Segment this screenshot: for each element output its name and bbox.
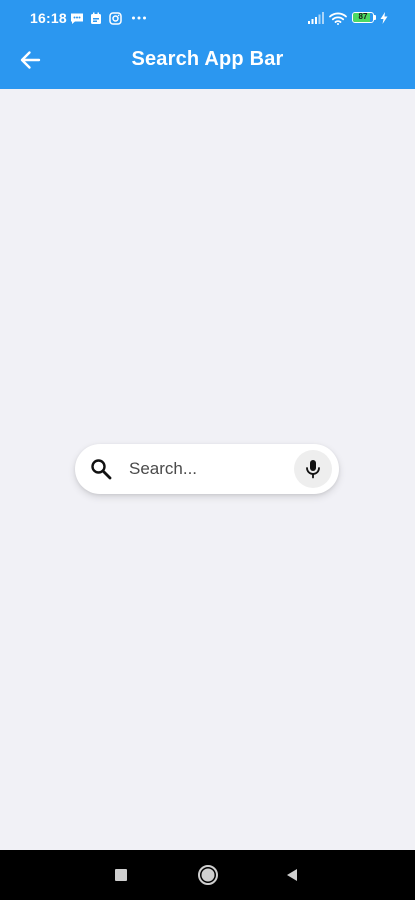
screen: 16:18 87 Search App Bar Search... bbox=[0, 0, 415, 900]
more-dots-icon bbox=[131, 10, 147, 26]
page-title: Search App Bar bbox=[131, 48, 284, 70]
charging-icon bbox=[380, 10, 388, 26]
system-nav-bar bbox=[0, 850, 415, 900]
top-bar: 16:18 87 Search App Bar bbox=[0, 0, 415, 89]
status-bar: 16:18 87 bbox=[0, 0, 415, 36]
search-bar bbox=[75, 444, 339, 494]
calendar-icon bbox=[90, 10, 102, 26]
back-triangle-icon bbox=[287, 869, 297, 881]
mic-button[interactable] bbox=[294, 450, 332, 488]
nav-back-button[interactable] bbox=[280, 863, 304, 887]
wifi-icon bbox=[329, 10, 347, 26]
message-icon bbox=[70, 10, 84, 26]
instagram-icon bbox=[109, 10, 122, 26]
app-bar: Search App Bar bbox=[0, 36, 415, 89]
signal-icon bbox=[308, 10, 324, 26]
home-button[interactable] bbox=[196, 863, 220, 887]
recents-square-icon bbox=[115, 869, 127, 881]
status-time: 16:18 bbox=[30, 10, 67, 26]
battery-icon: 87 bbox=[352, 12, 374, 23]
recents-button[interactable] bbox=[109, 863, 133, 887]
battery-tip bbox=[374, 15, 376, 20]
battery-level: 87 bbox=[358, 12, 368, 21]
search-input[interactable] bbox=[129, 454, 289, 484]
mic-icon bbox=[306, 460, 320, 479]
home-circle-icon bbox=[198, 865, 218, 885]
search-icon bbox=[89, 457, 113, 481]
